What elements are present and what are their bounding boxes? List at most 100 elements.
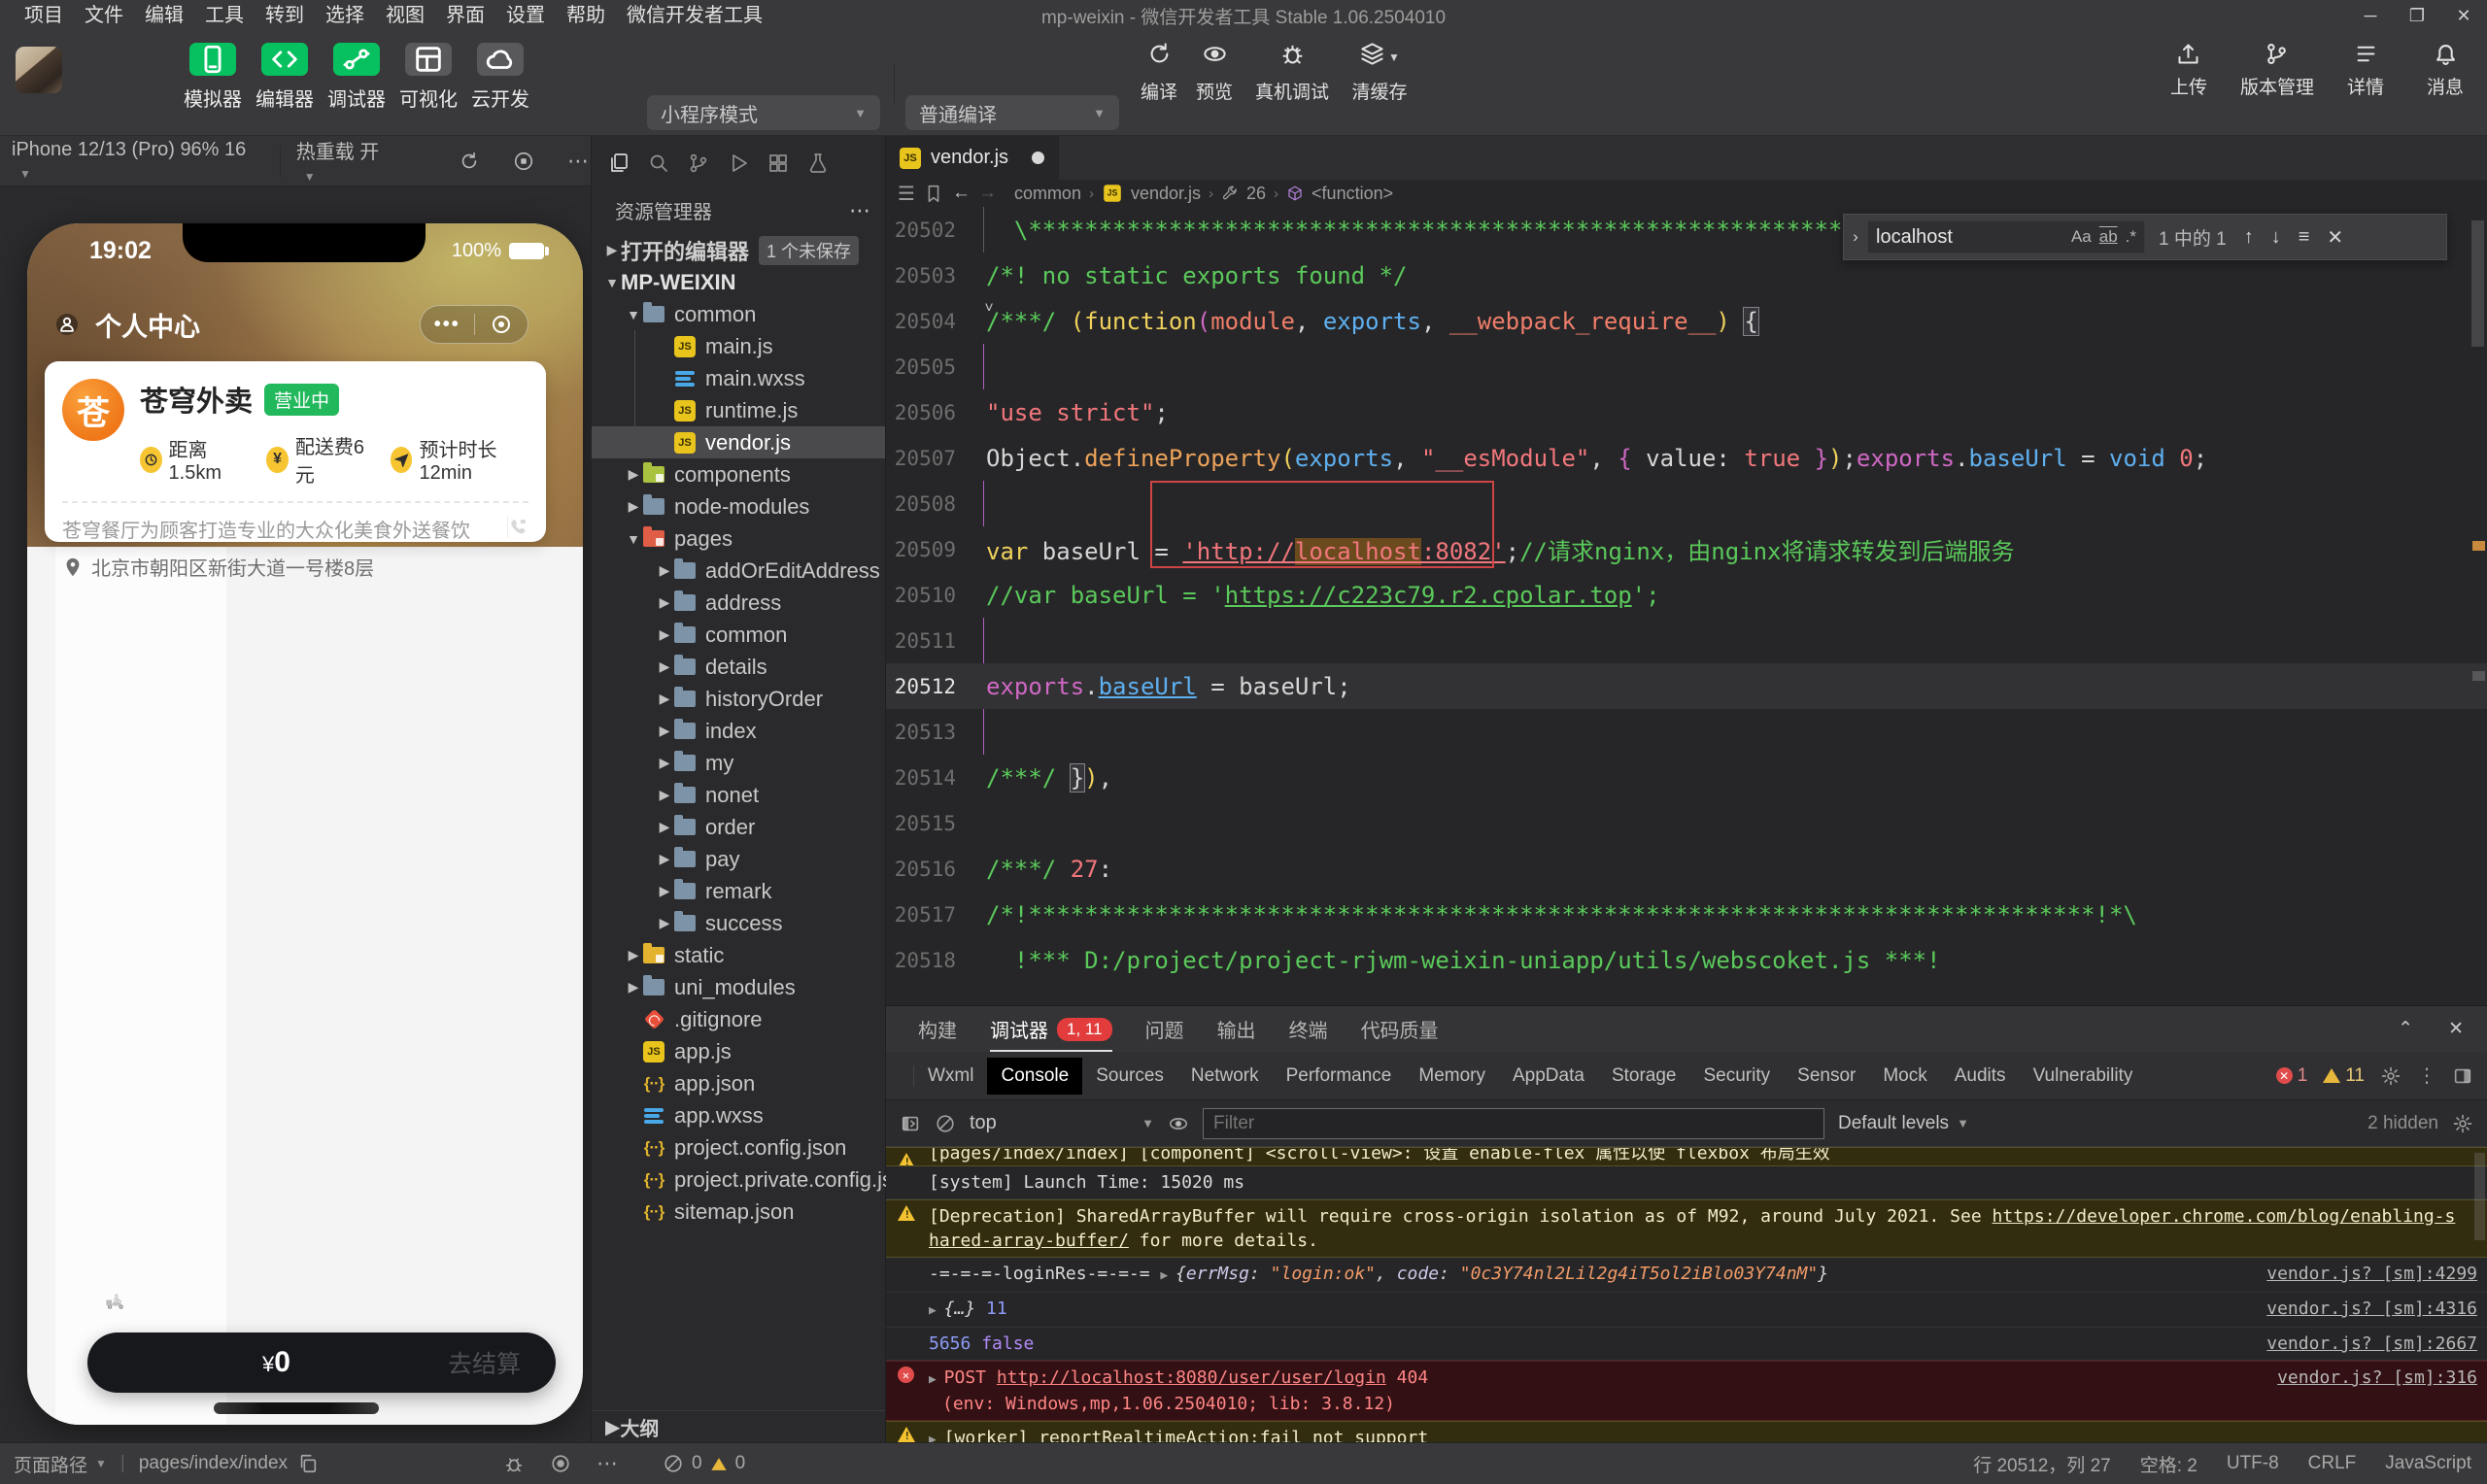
toggle-云开发[interactable]: 云开发: [468, 43, 532, 112]
find-expand-button[interactable]: ›: [1844, 227, 1867, 247]
tree-item-order[interactable]: ▶order: [592, 811, 885, 843]
menu-编辑[interactable]: 编辑: [134, 0, 194, 31]
tree-item-static[interactable]: ▶static: [592, 939, 885, 971]
extensions-icon[interactable]: [767, 152, 790, 175]
current-page-path[interactable]: pages/index/index: [139, 1453, 288, 1474]
panel-tab-代码质量[interactable]: 代码质量: [1361, 1006, 1439, 1052]
panel-tab-终端[interactable]: 终端: [1289, 1006, 1328, 1052]
console-filter-input[interactable]: [1203, 1108, 1824, 1139]
capsule-more-button[interactable]: •••: [421, 320, 474, 329]
search-icon[interactable]: [647, 152, 670, 175]
devtools-settings-button[interactable]: [2380, 1065, 2402, 1087]
panel-tab-构建[interactable]: 构建: [918, 1006, 957, 1052]
menu-界面[interactable]: 界面: [435, 0, 495, 31]
tree-item-project.private.config.js...[interactable]: {··}project.private.config.js...: [592, 1164, 885, 1196]
beaker-icon[interactable]: [806, 152, 830, 175]
menu-帮助[interactable]: 帮助: [556, 0, 616, 31]
tree-item-project.config.json[interactable]: {··}project.config.json: [592, 1131, 885, 1164]
device-select[interactable]: iPhone 12/13 (Pro) 96% 16 ▼: [12, 139, 262, 184]
store-card[interactable]: 苍 苍穹外卖 营业中 距离1.5km¥配送费6元预计时长12min 苍穹餐厅为顾…: [45, 361, 546, 542]
tree-item-common[interactable]: ▼common: [592, 298, 885, 330]
tree-item-remark[interactable]: ▶remark: [592, 875, 885, 907]
menu-项目[interactable]: 项目: [14, 0, 74, 31]
close-panel-button[interactable]: ✕: [2448, 1018, 2464, 1040]
tree-item-success[interactable]: ▶success: [592, 907, 885, 939]
breadcrumb-item[interactable]: common: [1014, 184, 1081, 204]
call-store-button[interactable]: [507, 517, 528, 538]
source-link[interactable]: vendor.js? [sm]:4316: [2266, 1297, 2477, 1321]
code-editor[interactable]: 20502 \*********************************…: [886, 207, 2487, 1005]
tree-item-components[interactable]: ▶components: [592, 458, 885, 490]
devtools-tab-Network[interactable]: Network: [1177, 1058, 1273, 1095]
editor-scrollbar[interactable]: [2471, 220, 2484, 347]
tree-item-addOrEditAddress[interactable]: ▶addOrEditAddress: [592, 555, 885, 587]
tree-item-node-modules[interactable]: ▶node-modules: [592, 490, 885, 523]
fold-chevron-icon[interactable]: ˅: [979, 298, 999, 318]
devtools-tab-Vulnerability[interactable]: Vulnerability: [2020, 1058, 2147, 1095]
action-版本管理[interactable]: 版本管理: [2240, 41, 2314, 99]
stop-button[interactable]: [513, 151, 534, 172]
tree-item-address[interactable]: ▶address: [592, 587, 885, 619]
whole-word-icon[interactable]: ab: [2099, 227, 2118, 247]
project-root[interactable]: ▼ MP-WEIXIN: [592, 266, 885, 298]
devtools-tab-Console[interactable]: Console: [987, 1058, 1082, 1095]
action-上传[interactable]: 上传: [2161, 41, 2217, 99]
panel-tab-输出[interactable]: 输出: [1217, 1006, 1256, 1052]
console-link[interactable]: http://localhost:8080/user/user/login: [997, 1367, 1386, 1388]
find-close-button[interactable]: ✕: [2327, 225, 2343, 250]
status-item[interactable]: 行 20512，列 27: [1973, 1451, 2111, 1477]
files-icon[interactable]: [607, 152, 630, 175]
explorer-more-button[interactable]: ⋯: [849, 198, 871, 223]
find-next-button[interactable]: ↓: [2271, 226, 2281, 249]
tree-item-.gitignore[interactable]: .gitignore: [592, 1003, 885, 1035]
tree-item-historyOrder[interactable]: ▶historyOrder: [592, 683, 885, 715]
preview-status-button[interactable]: [550, 1453, 571, 1474]
tree-item-app.json[interactable]: {··}app.json: [592, 1067, 885, 1099]
status-more-button[interactable]: ⋯: [596, 1451, 620, 1476]
tree-item-index[interactable]: ▶index: [592, 715, 885, 747]
tree-item-pay[interactable]: ▶pay: [592, 843, 885, 875]
tree-item-app.wxss[interactable]: app.wxss: [592, 1099, 885, 1131]
bookmark-icon[interactable]: [923, 183, 944, 204]
problems-indicator[interactable]: 0 0: [663, 1453, 745, 1474]
toggle-可视化[interactable]: 可视化: [396, 43, 460, 112]
open-editors-section[interactable]: ▶ 打开的编辑器 1 个未保存: [592, 234, 885, 266]
inspect-element-button[interactable]: [886, 1065, 914, 1087]
devtools-tab-Mock[interactable]: Mock: [1869, 1058, 1940, 1095]
match-case-icon[interactable]: Aa: [2071, 227, 2092, 247]
panel-tab-问题[interactable]: 问题: [1145, 1006, 1184, 1052]
debug-status-button[interactable]: [503, 1453, 525, 1474]
console-warning-count[interactable]: 11: [2323, 1065, 2365, 1087]
source-link[interactable]: vendor.js? [sm]:4299: [2266, 1262, 2477, 1286]
status-item[interactable]: CRLF: [2308, 1451, 2357, 1477]
status-item[interactable]: JavaScript: [2385, 1451, 2471, 1477]
action-消息[interactable]: 消息: [2417, 41, 2473, 99]
log-levels-select[interactable]: Default levels ▼: [1838, 1113, 1969, 1134]
nav-forward-button[interactable]: →: [978, 183, 997, 204]
action-预览[interactable]: 预览: [1180, 41, 1248, 104]
action-清缓存[interactable]: ▼清缓存: [1346, 41, 1414, 104]
panel-tab-调试器[interactable]: 调试器1, 11: [990, 1006, 1112, 1052]
toggle-模拟器[interactable]: 模拟器: [181, 43, 245, 112]
user-avatar-button[interactable]: [56, 314, 78, 335]
action-详情[interactable]: 详情: [2337, 41, 2394, 99]
breadcrumb-item[interactable]: vendor.js: [1131, 184, 1201, 204]
tree-item-main.js[interactable]: JSmain.js: [592, 330, 885, 362]
console-error-count[interactable]: ✕1: [2276, 1065, 2308, 1087]
tree-item-app.js[interactable]: JSapp.js: [592, 1035, 885, 1067]
menu-选择[interactable]: 选择: [315, 0, 375, 31]
menu-文件[interactable]: 文件: [74, 0, 134, 31]
status-item[interactable]: UTF-8: [2227, 1451, 2279, 1477]
action-真机调试[interactable]: 真机调试: [1245, 41, 1339, 104]
tree-item-sitemap.json[interactable]: {··}sitemap.json: [592, 1196, 885, 1228]
devtools-tab-Wxml[interactable]: Wxml: [914, 1058, 987, 1095]
source-link[interactable]: vendor.js? [sm]:316: [2277, 1366, 2477, 1390]
tree-item-vendor.js[interactable]: JSvendor.js: [592, 426, 885, 458]
copy-path-button[interactable]: [297, 1453, 319, 1474]
tree-item-runtime.js[interactable]: JSruntime.js: [592, 394, 885, 426]
devtools-tab-Memory[interactable]: Memory: [1405, 1058, 1499, 1095]
minimize-button[interactable]: ─: [2347, 0, 2394, 31]
console-scrollbar[interactable]: [2474, 1153, 2485, 1240]
run-icon[interactable]: [727, 152, 750, 175]
menu-微信开发者工具[interactable]: 微信开发者工具: [616, 0, 773, 31]
